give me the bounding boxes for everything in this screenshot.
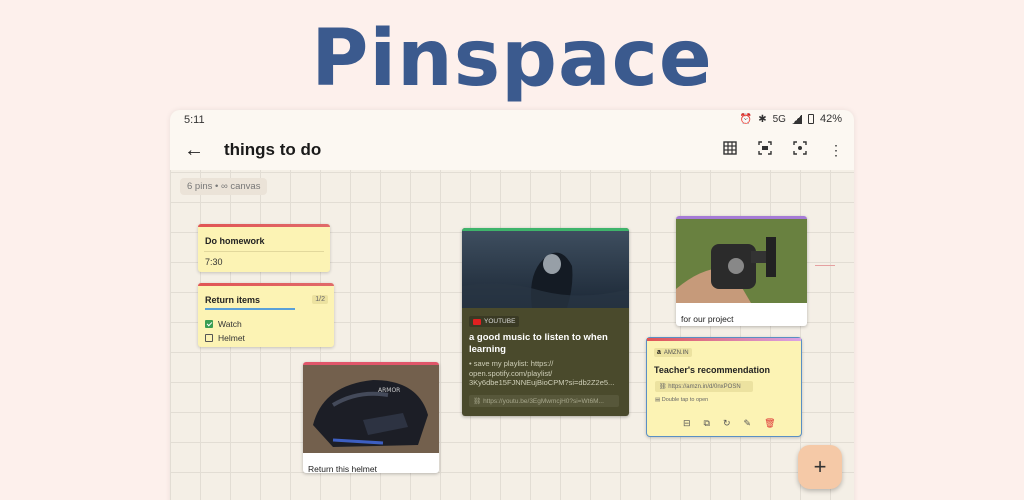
source-chip: YOUTUBE	[469, 316, 520, 327]
pin-canvas[interactable]: 6 pins • ∞ canvas Do homework 7:30 Retur…	[170, 170, 854, 500]
edit-icon[interactable]: ✎	[744, 418, 752, 429]
divider	[204, 251, 324, 252]
network-type: 5G	[772, 113, 786, 125]
music-thumbnail	[462, 231, 629, 308]
center-focus-icon[interactable]	[790, 140, 810, 160]
pin-do-homework[interactable]: Do homework 7:30	[198, 224, 330, 272]
progress-count: 1/2	[312, 295, 328, 304]
status-bar: 5:11 ⏰ ✱ 5G 42%	[170, 110, 854, 130]
battery-icon	[807, 114, 814, 124]
pin-return-items[interactable]: Return items 1/2 Watch Helmet	[198, 283, 334, 347]
fit-screen-icon[interactable]	[755, 140, 775, 160]
pin-helmet[interactable]: ARMOR Return this helmet	[303, 362, 439, 473]
pin-caption: Return this helmet	[308, 464, 377, 473]
checkbox-unchecked[interactable]	[205, 334, 213, 342]
svg-text:ARMOR: ARMOR	[378, 387, 400, 394]
hint-icon: ▤	[655, 397, 662, 403]
checklist-progress: 1/2	[198, 295, 334, 317]
pin-time: 7:30	[205, 257, 223, 267]
helmet-image: ARMOR	[303, 365, 439, 453]
archive-icon[interactable]: ⊟	[683, 418, 691, 429]
back-arrow-icon[interactable]: ←	[182, 138, 206, 162]
add-pin-button[interactable]: +	[798, 445, 842, 489]
link-text: https://youtu.be/3EgMwmcjH0?si=Wt6M...	[483, 398, 604, 405]
pin-hint: ▤ Double tap to open	[655, 397, 708, 403]
connector-line	[815, 265, 835, 266]
pin-toolbar: ⊟ ⧉ ↻ ✎ 🗑	[683, 418, 776, 429]
pin-link[interactable]: ⛓ https://youtu.be/3EgMwmcjH0?si=Wt6M...	[469, 395, 619, 407]
checklist-item[interactable]: Watch	[198, 317, 334, 331]
pin-title: Teacher's recommendation	[654, 365, 771, 375]
delete-icon[interactable]: 🗑	[764, 418, 775, 429]
source-chip: a AMZN.IN	[654, 348, 692, 357]
pin-project[interactable]: for our project	[676, 216, 807, 326]
pin-title: Do homework	[205, 236, 265, 246]
pin-music-link[interactable]: YOUTUBE a good music to listen to when l…	[462, 228, 629, 416]
checkbox-checked[interactable]	[205, 320, 213, 328]
signal-icon	[791, 114, 802, 124]
link-icon: ⛓	[473, 398, 484, 405]
bluetooth-icon: ✱	[758, 113, 767, 125]
youtube-icon	[473, 318, 481, 325]
pin-caption: for our project	[681, 314, 734, 324]
pin-title: a good music to listen to when learning	[469, 332, 608, 355]
status-time: 5:11	[184, 114, 205, 126]
pin-description: • save my playlist: https:// open.spotif…	[469, 359, 615, 387]
hint-text: Double tap to open	[661, 397, 709, 403]
checklist-item-label: Helmet	[218, 333, 245, 343]
progress-bar	[205, 308, 295, 310]
checklist-item-label: Watch	[218, 319, 242, 329]
link-icon: ⛓	[659, 384, 669, 390]
status-icons: ⏰ ✱ 5G 42%	[740, 113, 842, 125]
link-text: https://amzn.in/d/0nxPOSN	[668, 384, 741, 390]
pin-accent-bar	[647, 338, 801, 341]
copy-icon[interactable]: ⧉	[704, 418, 710, 429]
app-bar: ← things to do ⋮	[170, 132, 854, 168]
canvas-info-chip: 6 pins • ∞ canvas	[180, 178, 268, 195]
amazon-icon: a	[657, 349, 661, 356]
phone-screen: 5:11 ⏰ ✱ 5G 42% ← things to do ⋮ 6 pins …	[170, 110, 854, 500]
alarm-icon: ⏰	[739, 113, 753, 125]
refresh-icon[interactable]: ↻	[723, 418, 731, 429]
grid-icon[interactable]	[720, 140, 740, 160]
more-vert-icon[interactable]: ⋮	[826, 140, 846, 160]
pin-teacher-recommendation[interactable]: a AMZN.IN Teacher's recommendation ⛓ htt…	[646, 337, 802, 437]
source-label: AMZN.IN	[663, 349, 689, 356]
battery-level: 42%	[819, 113, 842, 125]
promo-title: Pinspace	[311, 14, 713, 104]
pin-link[interactable]: ⛓ https://amzn.in/d/0nxPOSN	[655, 381, 753, 392]
checklist-item[interactable]: Helmet	[198, 331, 334, 345]
page-title: things to do	[224, 140, 322, 159]
source-label: YOUTUBE	[484, 318, 516, 325]
project-image	[676, 219, 807, 303]
